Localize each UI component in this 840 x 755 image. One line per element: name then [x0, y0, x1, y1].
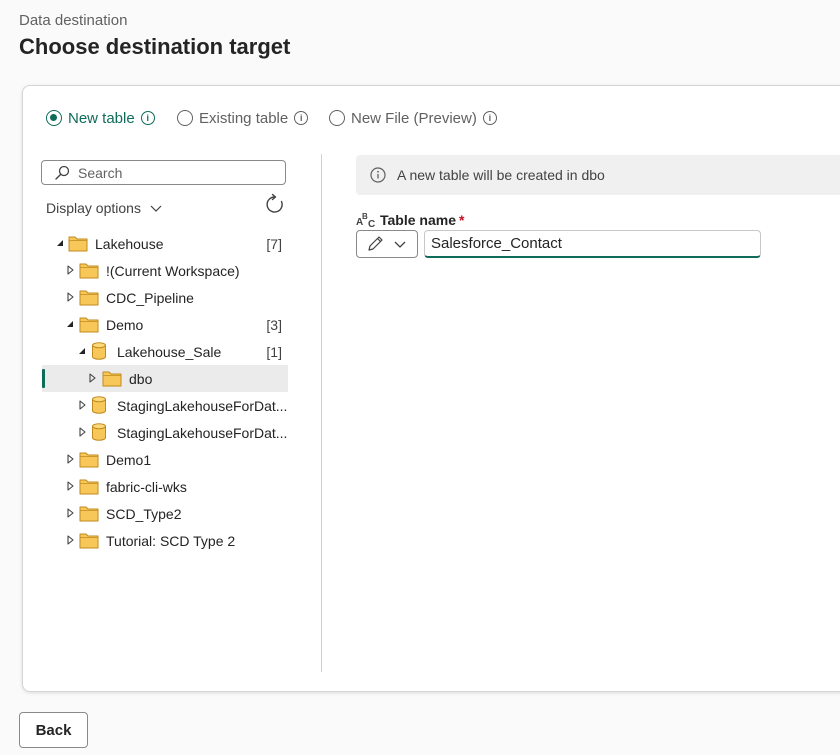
info-icon[interactable]: i [294, 111, 309, 125]
tree-item[interactable]: fabric-cli-wks [42, 473, 288, 500]
refresh-icon[interactable] [264, 193, 286, 215]
database-icon [92, 423, 106, 441]
tree-item-label: !(Current Workspace) [106, 262, 240, 279]
folder-icon [79, 317, 99, 333]
database-icon [92, 396, 106, 414]
tree-item[interactable]: dbo [42, 365, 288, 392]
tree-item[interactable]: CDC_Pipeline [42, 284, 288, 311]
folder-icon [79, 263, 99, 279]
info-icon [370, 167, 386, 183]
search-input[interactable] [78, 164, 278, 181]
text-type-icon: A B C [356, 212, 375, 228]
caret-expanded-icon[interactable] [77, 346, 87, 356]
tree-item-label: Demo1 [106, 451, 152, 468]
folder-icon [79, 533, 99, 549]
database-icon [92, 342, 106, 360]
radio-new-file[interactable]: New File (Preview) i [329, 108, 497, 128]
caret-collapsed-icon[interactable] [65, 535, 75, 545]
back-button[interactable]: Back [19, 712, 88, 748]
radio-new-table-label: New table [68, 109, 135, 127]
radio-existing-table-indicator[interactable] [177, 110, 193, 126]
folder-icon [102, 371, 122, 387]
info-banner-text: A new table will be created in dbo [397, 167, 605, 183]
tree-item[interactable]: Tutorial: SCD Type 2 [42, 527, 288, 554]
search-box[interactable] [41, 160, 286, 185]
folder-icon [79, 506, 99, 522]
column-type-dropdown[interactable] [356, 230, 418, 258]
required-marker: * [459, 212, 465, 228]
radio-new-table-indicator[interactable] [46, 110, 62, 126]
radio-new-table[interactable]: New table i [46, 108, 155, 128]
tree-item-label: fabric-cli-wks [106, 478, 187, 495]
tree-item[interactable]: Demo1 [42, 446, 288, 473]
tree-item-count: [7] [266, 235, 282, 252]
tree-item-label: StagingLakehouseForDat... [117, 397, 288, 414]
table-name-input[interactable] [424, 230, 761, 258]
svg-text:C: C [368, 219, 375, 228]
display-options-label: Display options [46, 200, 141, 216]
chevron-down-icon [394, 241, 406, 248]
tree-item-label: StagingLakehouseForDat... [117, 424, 288, 441]
tree-item[interactable]: StagingLakehouseForDat... [42, 392, 288, 419]
tree-item-label: dbo [129, 370, 153, 387]
caret-collapsed-icon[interactable] [65, 481, 75, 491]
caret-expanded-icon[interactable] [65, 319, 75, 329]
tree-item-label: Demo [106, 316, 144, 333]
display-options-dropdown[interactable]: Display options [46, 200, 163, 216]
caret-collapsed-icon[interactable] [65, 454, 75, 464]
tree-item-label: Lakehouse_Sale [117, 343, 222, 360]
radio-existing-table[interactable]: Existing table i [177, 108, 309, 128]
info-banner: A new table will be created in dbo [356, 155, 840, 195]
pencil-icon [368, 236, 383, 251]
caret-collapsed-icon[interactable] [87, 373, 97, 383]
tree-item[interactable]: SCD_Type2 [42, 500, 288, 527]
tree-item[interactable]: !(Current Workspace) [42, 257, 288, 284]
info-icon[interactable]: i [482, 111, 497, 125]
table-name-label-text: Table name [380, 212, 456, 228]
table-name-label: A B C Table name * [356, 212, 464, 228]
tree-item[interactable]: Lakehouse_Sale [1] [42, 338, 288, 365]
folder-icon [79, 479, 99, 495]
radio-new-file-label: New File (Preview) [351, 109, 477, 127]
radio-new-file-indicator[interactable] [329, 110, 345, 126]
tree-item-label: Tutorial: SCD Type 2 [106, 532, 236, 549]
folder-icon [68, 236, 88, 252]
chevron-down-icon [150, 205, 162, 212]
tree-item[interactable]: Lakehouse [7] [42, 230, 288, 257]
caret-collapsed-icon[interactable] [65, 292, 75, 302]
caret-expanded-icon[interactable] [55, 238, 65, 248]
caret-collapsed-icon[interactable] [65, 508, 75, 518]
info-icon[interactable]: i [140, 111, 155, 125]
caret-collapsed-icon[interactable] [77, 400, 87, 410]
tree-item[interactable]: Demo [3] [42, 311, 288, 338]
tree-item-count: [1] [266, 343, 282, 360]
tree-item[interactable]: StagingLakehouseForDat... [42, 419, 288, 446]
folder-icon [79, 290, 99, 306]
page-subtitle: Data destination [19, 12, 128, 29]
search-icon [55, 165, 70, 180]
tree-item-label: Lakehouse [95, 235, 164, 252]
folder-icon [79, 452, 99, 468]
caret-collapsed-icon[interactable] [77, 427, 87, 437]
page-title: Choose destination target [19, 34, 291, 59]
tree-item-label: CDC_Pipeline [106, 289, 194, 306]
tree-item-label: SCD_Type2 [106, 505, 182, 522]
caret-collapsed-icon[interactable] [65, 265, 75, 275]
radio-existing-table-label: Existing table [199, 109, 289, 127]
tree-item-count: [3] [266, 316, 282, 333]
panel-divider [321, 154, 322, 672]
